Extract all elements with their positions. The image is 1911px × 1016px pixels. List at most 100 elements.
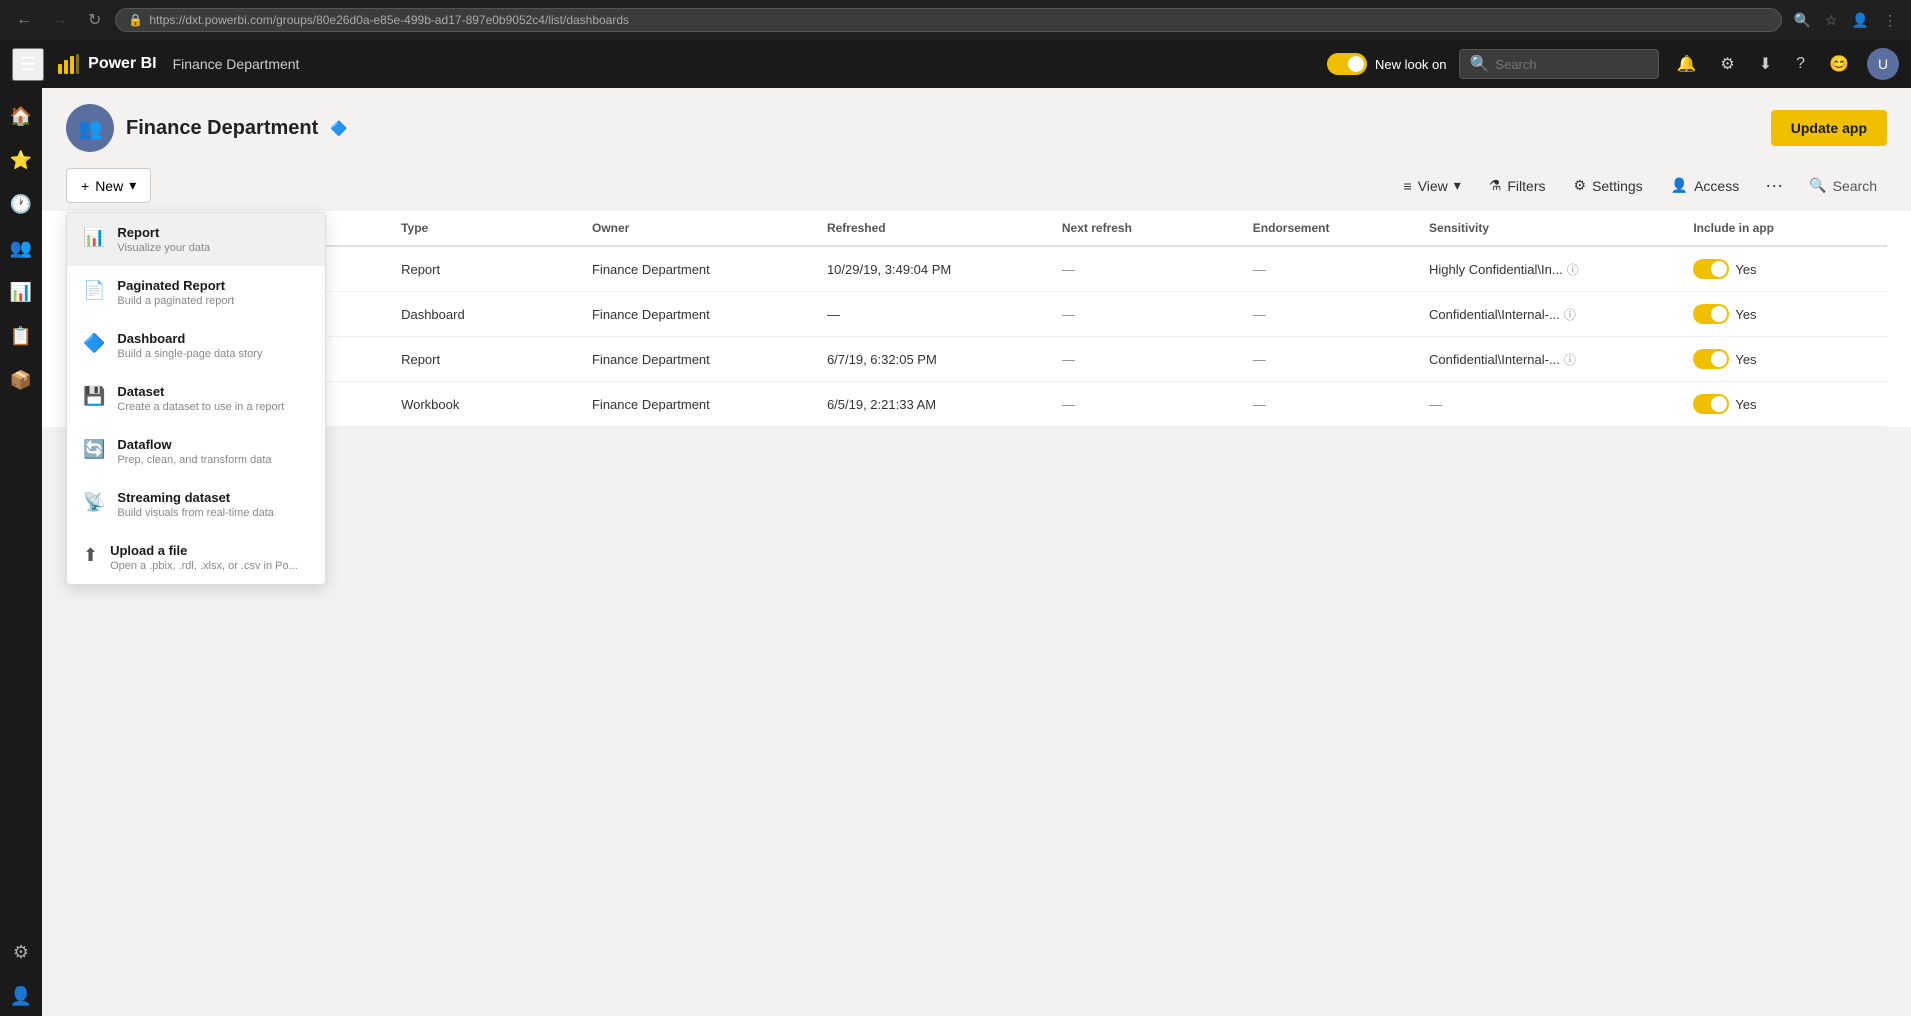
notification-icon[interactable]: 🔔 [1671,50,1703,78]
col-header-sensitivity: Sensitivity [1417,211,1681,246]
info-icon[interactable]: ⓘ [1567,261,1579,278]
view-button[interactable]: ≡ View ▾ [1394,171,1471,200]
sidebar-item-home[interactable]: 🏠 [1,96,41,136]
browser-chrome: ← → ↻ 🔒 https://dxt.powerbi.com/groups/8… [0,0,1911,40]
report-icon: 📊 [83,227,105,248]
more-options-button[interactable]: ··· [1757,171,1791,200]
new-dropdown-menu: 📊 Report Visualize your data 📄 Paginated… [66,212,326,585]
new-label: New [95,178,123,194]
dropdown-dataflow-title: Dataflow [117,437,309,452]
cell-refreshed-0: 10/29/19, 3:49:04 PM [815,246,1050,292]
update-app-button[interactable]: Update app [1771,110,1887,146]
sidebar-item-favorites[interactable]: ⭐ [1,140,41,180]
sidebar-item-settings[interactable]: ⚙ [1,932,41,972]
browser-menu-icon[interactable]: ⋮ [1879,10,1901,31]
dropdown-item-upload[interactable]: ⬆ Upload a file Open a .pbix, .rdl, .xls… [67,531,325,584]
sidebar-item-shared[interactable]: 👥 [1,228,41,268]
access-label: Access [1694,178,1739,194]
info-icon[interactable]: ⓘ [1564,351,1576,368]
cell-type-0: Report [389,246,580,292]
hamburger-button[interactable]: ☰ [12,48,44,81]
settings-icon[interactable]: ⚙ [1714,50,1740,78]
feedback-icon[interactable]: 😊 [1823,50,1855,78]
dropdown-dashboard-title: Dashboard [117,331,309,346]
include-toggle-0[interactable] [1693,259,1729,279]
sidebar-item-workspaces[interactable]: 📊 [1,272,41,312]
new-look-toggle-switch[interactable] [1327,53,1367,75]
forward-button[interactable]: → [46,7,74,33]
col-header-include: Include in app [1681,211,1887,246]
help-icon[interactable]: ? [1790,51,1811,77]
workspace-items-table: Name Type Owner Refreshed Next refresh E… [66,211,1887,427]
sidebar-item-recents[interactable]: 🕐 [1,184,41,224]
cell-refreshed-2: 6/7/19, 6:32:05 PM [815,337,1050,382]
col-header-refreshed: Refreshed [815,211,1050,246]
address-bar[interactable]: 🔒 https://dxt.powerbi.com/groups/80e26d0… [115,8,1781,32]
dropdown-paginated-title: Paginated Report [117,278,309,293]
toolbar-search-label: Search [1833,178,1877,194]
dropdown-item-streaming[interactable]: 📡 Streaming dataset Build visuals from r… [67,478,325,531]
cell-owner-1: Finance Department [580,292,815,337]
cell-include-2: Yes [1681,337,1887,382]
cell-endorsement-0: — [1241,246,1417,292]
settings-button[interactable]: ⚙ Settings [1564,171,1653,200]
dropdown-item-dashboard[interactable]: 🔷 Dashboard Build a single-page data sto… [67,319,325,372]
new-button[interactable]: + New ▾ [66,168,151,203]
include-toggle-1[interactable] [1693,304,1729,324]
download-icon[interactable]: ⬇ [1753,50,1778,78]
access-button[interactable]: 👤 Access [1661,171,1750,200]
browser-bookmark-icon[interactable]: ☆ [1821,10,1842,31]
topnav-search-input[interactable] [1495,57,1647,72]
sidebar-item-browse[interactable]: 📋 [1,316,41,356]
dropdown-streaming-desc: Build visuals from real-time data [117,507,309,519]
chevron-down-icon: ▾ [129,177,136,194]
dropdown-item-report[interactable]: 📊 Report Visualize your data [67,213,325,266]
topnav-search-icon: 🔍 [1470,54,1490,74]
include-label-2: Yes [1735,352,1756,367]
plus-icon: + [81,178,89,194]
dropdown-streaming-title: Streaming dataset [117,490,309,505]
powerbi-logo-text: Power BI [88,55,156,73]
view-icon: ≡ [1404,178,1412,194]
certified-icon[interactable]: 🔷 [330,120,347,137]
browser-user-icon[interactable]: 👤 [1848,10,1873,31]
cell-refreshed-1: — [815,292,1050,337]
dataset-icon: 💾 [83,386,105,407]
dropdown-item-paginated-report[interactable]: 📄 Paginated Report Build a paginated rep… [67,266,325,319]
paginated-report-icon: 📄 [83,280,105,301]
topnav-search-box[interactable]: 🔍 [1459,49,1659,79]
dropdown-item-dataset[interactable]: 💾 Dataset Create a dataset to use in a r… [67,372,325,425]
refresh-button[interactable]: ↻ [82,6,107,34]
cell-type-3: Workbook [389,382,580,427]
back-button[interactable]: ← [10,7,38,33]
new-look-toggle[interactable]: New look on [1327,53,1447,75]
upload-icon: ⬆ [83,545,98,566]
view-label: View [1418,178,1448,194]
main-layout: 🏠 ⭐ 🕐 👥 📊 📋 📦 ⚙ 👤 👥 Finance Department 🔷… [0,88,1911,1016]
table-row: Finance Department Report Report Finance… [66,246,1887,292]
cell-endorsement-1: — [1241,292,1417,337]
settings-label: Settings [1592,178,1643,194]
dropdown-dataflow-desc: Prep, clean, and transform data [117,454,309,466]
user-avatar[interactable]: U [1867,48,1899,80]
workspace-avatar-icon: 👥 [78,116,103,141]
settings-gear-icon: ⚙ [1574,177,1587,194]
dropdown-upload-desc: Open a .pbix, .rdl, .xlsx, or .csv in Po… [110,560,309,572]
browser-zoom-icon[interactable]: 🔍 [1790,10,1815,31]
dropdown-dashboard-desc: Build a single-page data story [117,348,309,360]
info-icon[interactable]: ⓘ [1564,306,1576,323]
sidebar-item-account[interactable]: 👤 [1,976,41,1016]
dropdown-item-dataflow[interactable]: 🔄 Dataflow Prep, clean, and transform da… [67,425,325,478]
dropdown-report-title: Report [117,225,309,240]
logo-area: Power BI [56,52,156,76]
filters-button[interactable]: ⚗ Filters [1479,171,1556,200]
table-row: Finance Workbook Workbook Finance Depart… [66,382,1887,427]
sidebar-item-apps[interactable]: 📦 [1,360,41,400]
include-toggle-2[interactable] [1693,349,1729,369]
include-toggle-3[interactable] [1693,394,1729,414]
col-header-owner: Owner [580,211,815,246]
include-label-3: Yes [1735,397,1756,412]
toolbar-search-button[interactable]: 🔍 Search [1799,171,1887,200]
powerbi-logo-icon [56,52,80,76]
workspace-name: Finance Department [126,117,318,140]
